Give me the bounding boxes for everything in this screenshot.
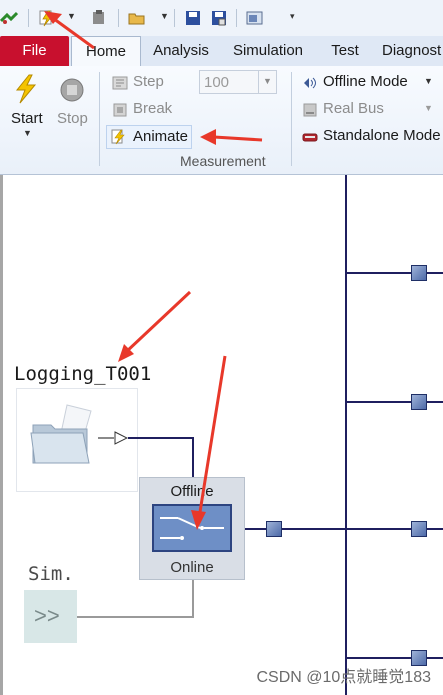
group-separator <box>99 72 100 166</box>
offline-mode-icon <box>304 77 316 89</box>
toolbar-separator <box>28 9 29 27</box>
configuration-icon[interactable] <box>246 9 264 27</box>
ribbon-tab-bar: File Home Analysis Simulation Test Diagn… <box>0 36 443 68</box>
switch-bus-connection <box>244 528 345 530</box>
chevron-down-icon[interactable]: ▼ <box>23 128 32 138</box>
standalone-mode-icon <box>302 133 318 142</box>
tab-test[interactable]: Test <box>320 36 370 66</box>
customize-toolbar-icon[interactable]: ▾ <box>290 11 295 22</box>
start-icon <box>15 74 37 104</box>
chevron-down-icon[interactable]: ▼ <box>67 11 76 21</box>
network-icon[interactable] <box>0 9 18 27</box>
bus-line <box>345 175 347 695</box>
standalone-mode-button[interactable]: Standalone Mode <box>323 127 441 144</box>
simulation-setup-canvas: Logging_T001 Offline Online Sim. >> CSDN… <box>0 175 443 695</box>
toggle-switch-icon <box>160 517 224 540</box>
canvas-left-border <box>0 175 3 695</box>
bus-port[interactable] <box>411 265 427 281</box>
chevron-down-icon[interactable]: ▼ <box>424 103 433 113</box>
stop-button[interactable]: Stop <box>57 110 88 127</box>
watermark: CSDN @10点就睡觉183 <box>256 669 431 686</box>
logging-connector-stub <box>98 437 114 439</box>
toolbar-separator <box>174 9 175 27</box>
switch-offline-label: Offline <box>170 483 214 500</box>
real-bus-icon <box>303 103 317 117</box>
folder-icon <box>30 404 92 464</box>
tab-diagnostics[interactable]: Diagnost <box>382 36 443 66</box>
tab-home[interactable]: Home <box>71 36 141 68</box>
logging-block-label: Logging_T001 <box>14 363 152 385</box>
bus-port[interactable] <box>411 521 427 537</box>
step-count-select[interactable]: 100 ▼ <box>199 70 277 94</box>
logging-connection <box>192 437 194 477</box>
logging-connection <box>128 437 194 439</box>
open-folder-icon[interactable] <box>128 9 146 27</box>
animate-icon <box>111 129 125 145</box>
tab-file[interactable]: File <box>0 36 69 66</box>
switch-icon <box>152 504 232 552</box>
chevron-down-icon: ▼ <box>263 76 272 86</box>
chevron-down-icon[interactable]: ▼ <box>424 76 433 86</box>
step-icon <box>112 76 128 90</box>
switch-online-label: Online <box>170 559 214 576</box>
tab-analysis[interactable]: Analysis <box>145 36 217 66</box>
step-count-value: 100 <box>204 74 230 91</box>
toolbar-separator <box>118 9 119 27</box>
sim-symbol: >> <box>34 603 60 628</box>
tab-simulation[interactable]: Simulation <box>226 36 310 66</box>
save-icon[interactable] <box>184 9 202 27</box>
bus-branch <box>345 272 443 274</box>
offline-mode-button[interactable]: Offline Mode <box>323 73 408 90</box>
step-button[interactable]: Step <box>133 73 164 90</box>
break-icon <box>113 103 127 117</box>
switch-port[interactable] <box>266 521 282 537</box>
break-button[interactable]: Break <box>133 100 172 117</box>
toolbar-separator <box>236 9 237 27</box>
stop-icon <box>60 78 84 102</box>
group-separator <box>291 72 292 166</box>
offline-online-switch[interactable]: Offline Online <box>139 477 245 580</box>
bus-branch <box>345 528 443 530</box>
sim-block[interactable]: >> <box>24 590 77 643</box>
sim-label: Sim. <box>28 563 74 585</box>
save-as-icon[interactable] <box>210 9 228 27</box>
measurement-group-label: Measurement <box>180 153 266 169</box>
animate-label: Animate <box>133 128 189 145</box>
sim-connection <box>192 580 194 618</box>
paste-icon[interactable] <box>90 9 108 27</box>
sim-connection <box>77 616 194 618</box>
animate-button[interactable]: Animate <box>106 125 192 149</box>
start-button[interactable]: Start <box>11 110 43 127</box>
ribbon-home-panel: Start ▼ Stop Step 100 ▼ Break Animate Me… <box>0 66 443 175</box>
bus-branch <box>345 657 443 659</box>
quick-access-toolbar: ▼ ▼ ▾ <box>0 0 443 36</box>
animate-icon[interactable] <box>38 9 56 27</box>
select-divider <box>258 71 259 93</box>
chevron-down-icon[interactable]: ▼ <box>160 11 169 21</box>
bus-port[interactable] <box>411 394 427 410</box>
bus-branch <box>345 401 443 403</box>
real-bus-button[interactable]: Real Bus <box>323 100 384 117</box>
